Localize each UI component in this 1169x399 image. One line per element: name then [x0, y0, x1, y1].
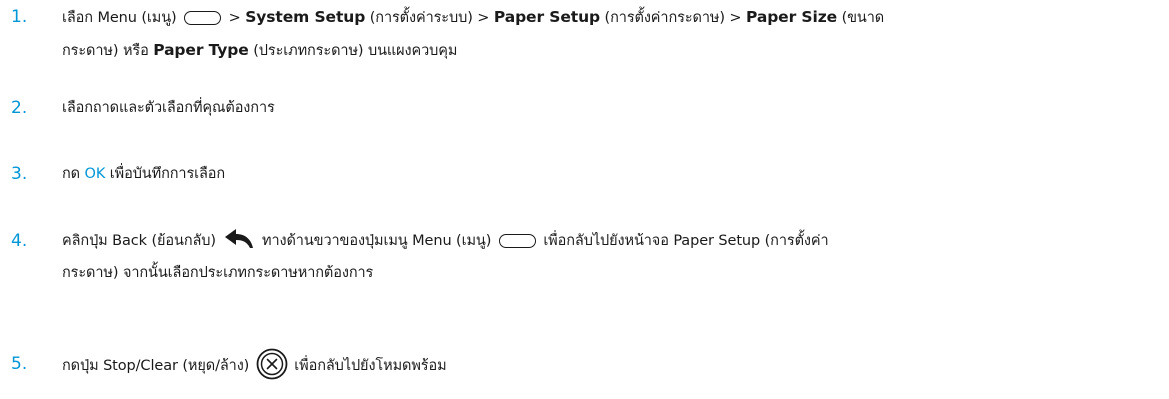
step-4-c: เพื่อกลับไปยังหน้าจอ Paper Setup (การตั้… — [543, 233, 829, 249]
step-3-post: เพื่อบันทึกการเลือก — [109, 166, 226, 182]
paper-size-th-b: กระดาษ) หรือ — [62, 43, 149, 59]
step-text: คลิกปุ่ม Back (ย้อนกลับ) ทางด้านขวาของปุ… — [62, 225, 1162, 289]
step-text: เลือก Menu (เมนู) > System Setup (การตั้… — [62, 1, 1162, 67]
step-number: 1. — [11, 7, 28, 27]
paper-size-label: Paper Size — [745, 8, 838, 26]
system-setup-th: (การตั้งค่าระบบ) — [369, 10, 473, 26]
ok-label: OK — [84, 166, 106, 182]
step-text: กด OK เพื่อบันทึกการเลือก — [62, 158, 1162, 190]
step-5-a: กดปุ่ม Stop/Clear (หยุด/ล้าง) — [62, 358, 250, 374]
back-arrow-icon — [225, 229, 254, 248]
step-text: กดปุ่ม Stop/Clear (หยุด/ล้าง) เพื่อกลับไ… — [62, 348, 1162, 382]
step-1-tail: (ประเภทกระดาษ) บนแผงควบคุม — [253, 43, 458, 59]
stop-clear-icon — [256, 348, 288, 380]
step-text: เลือกถาดและตัวเลือกที่คุณต้องการ — [62, 100, 275, 116]
paper-type-label: Paper Type — [153, 41, 249, 59]
step-number: 2. — [11, 98, 28, 118]
menu-button-icon — [184, 11, 222, 25]
separator: > — [228, 10, 241, 26]
system-setup-label: System Setup — [245, 8, 366, 26]
step-4-a: คลิกปุ่ม Back (ย้อนกลับ) — [62, 233, 216, 249]
separator: > — [477, 10, 490, 26]
paper-size-th-a: (ขนาด — [841, 10, 885, 26]
step-5-b: เพื่อกลับไปยังโหมดพร้อม — [294, 358, 447, 374]
paper-setup-label: Paper Setup — [493, 8, 601, 26]
step-3-pre: กด — [62, 166, 80, 182]
menu-button-icon — [498, 234, 536, 248]
step-4-d: กระดาษ) จากนั้นเลือกประเภทกระดาษหากต้องก… — [62, 265, 374, 281]
step-number: 5. — [11, 354, 28, 374]
paper-setup-th: (การตั้งค่ากระดาษ) — [604, 10, 725, 26]
step-number: 4. — [11, 231, 28, 251]
step-number: 3. — [11, 164, 28, 184]
step-4-b: ทางด้านขวาของปุ่มเมนู Menu (เมนู) — [261, 233, 492, 249]
step-1-menu-label: เลือก Menu (เมนู) — [62, 10, 177, 26]
separator: > — [729, 10, 742, 26]
